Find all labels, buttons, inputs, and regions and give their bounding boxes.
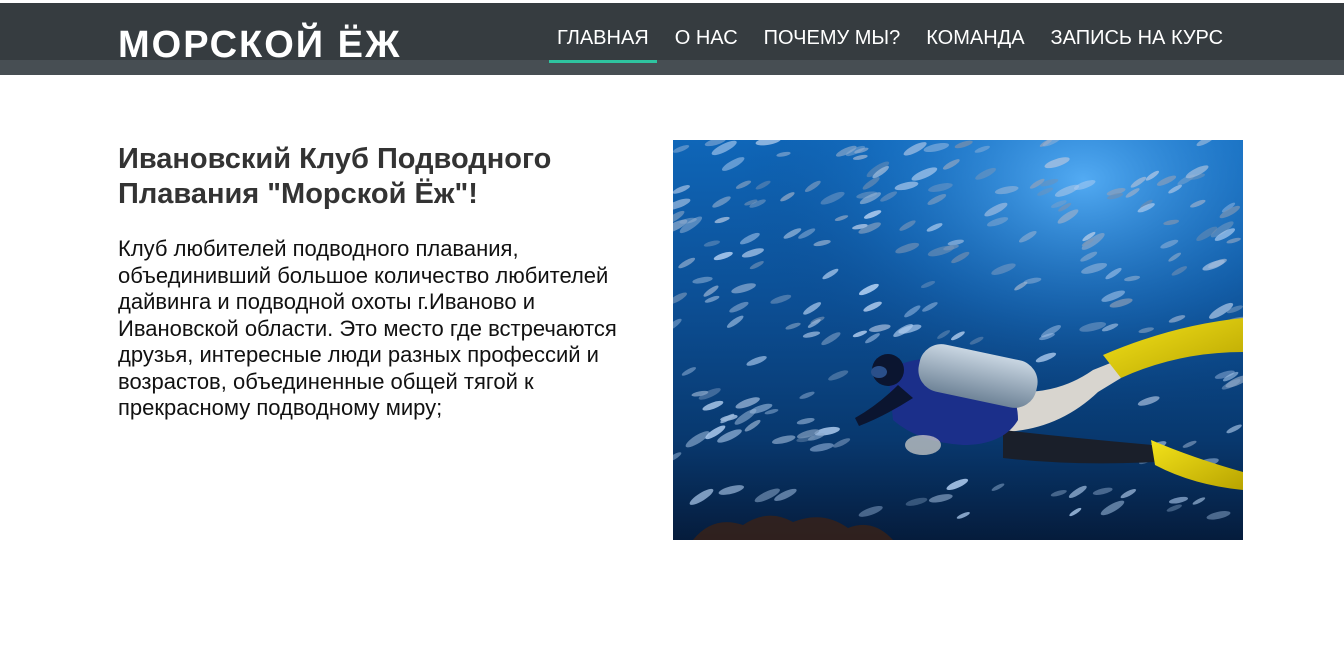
- hero-image-diver: [673, 140, 1243, 540]
- club-description: Клуб любителей подводного плавания, объе…: [118, 236, 617, 420]
- diver-mask: [871, 366, 887, 378]
- diver-knee: [905, 435, 941, 455]
- nav-item-home[interactable]: ГЛАВНАЯ: [549, 20, 657, 63]
- nav-item-why-us[interactable]: ПОЧЕМУ МЫ?: [756, 20, 909, 56]
- nav-item-about[interactable]: О НАС: [667, 20, 746, 56]
- page-title: Ивановский Клуб Подводного Плавания "Мор…: [118, 143, 552, 210]
- site-logo[interactable]: МОРСКОЙ ЁЖ: [118, 22, 401, 68]
- site-header: МОРСКОЙ ЁЖ ГЛАВНАЯ О НАС ПОЧЕМУ МЫ? КОМА…: [0, 0, 1344, 75]
- nav-item-team[interactable]: КОМАНДА: [918, 20, 1032, 56]
- main-nav: ГЛАВНАЯ О НАС ПОЧЕМУ МЫ? КОМАНДА ЗАПИСЬ …: [549, 20, 1241, 64]
- header-top-line: [0, 0, 1344, 3]
- hero-illustration: [673, 140, 1243, 540]
- nav-item-signup-course[interactable]: ЗАПИСЬ НА КУРС: [1043, 20, 1232, 56]
